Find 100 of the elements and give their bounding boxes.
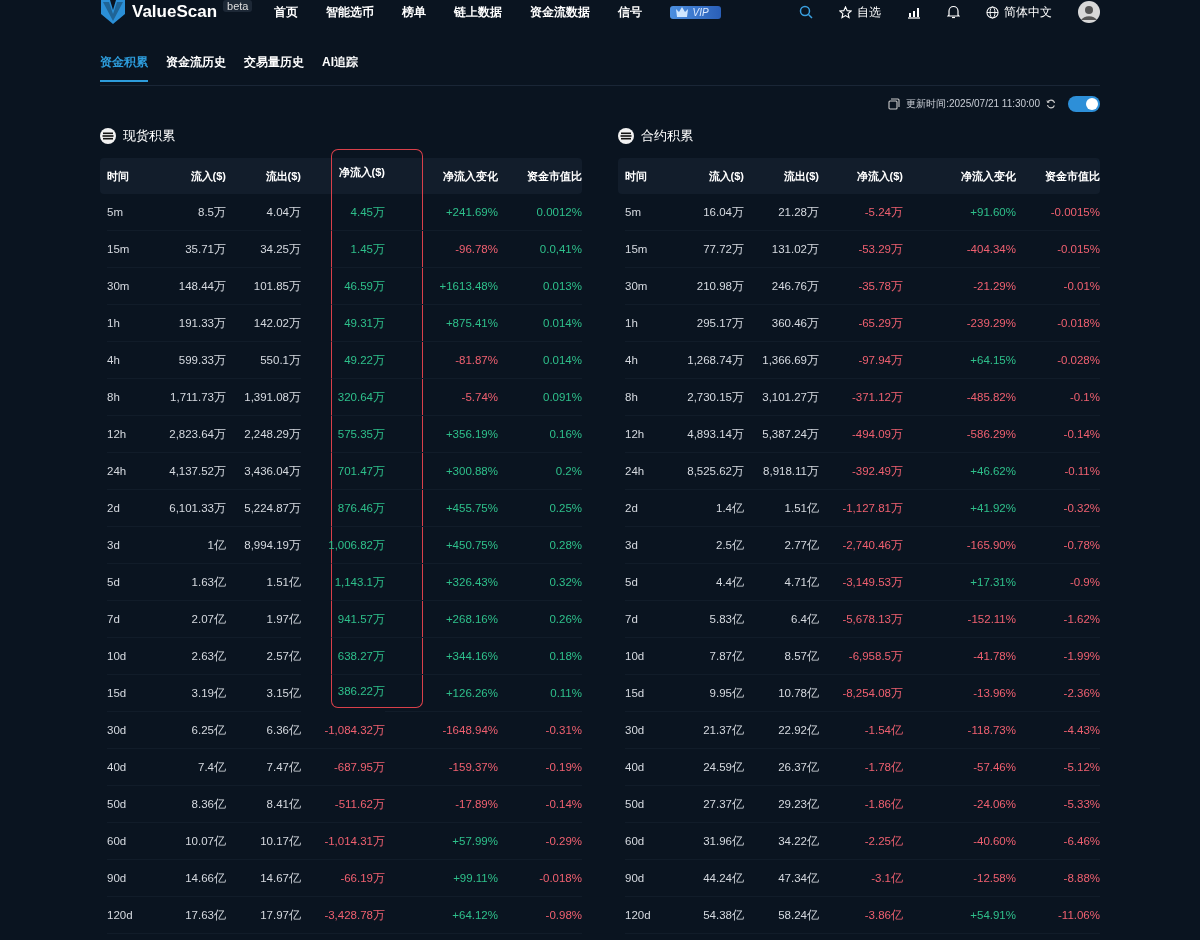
copy-icon[interactable] bbox=[888, 98, 901, 110]
table-cell: 5,224.87万 bbox=[226, 490, 301, 527]
table-cell: -0.31% bbox=[498, 712, 582, 749]
table-cell: 8,994.19万 bbox=[226, 527, 301, 564]
table-cell: 5.83亿 bbox=[683, 601, 744, 638]
search-icon[interactable] bbox=[799, 5, 813, 19]
avatar[interactable] bbox=[1078, 1, 1100, 23]
nav-link[interactable]: 信号 bbox=[618, 3, 643, 21]
table-cell: -0.19% bbox=[498, 749, 582, 786]
table-cell: 30m bbox=[107, 268, 165, 305]
crown-icon bbox=[676, 7, 689, 17]
table-cell: 17.97亿 bbox=[226, 897, 301, 934]
nav-link[interactable]: 资金流数据 bbox=[530, 3, 591, 21]
section-title: 合约积累 bbox=[641, 127, 693, 145]
table-cell: 210.98万 bbox=[683, 268, 744, 305]
table-cell: 3,101.27万 bbox=[744, 379, 819, 416]
table-cell: -0.9% bbox=[1016, 564, 1100, 601]
table-cell: 4.4亿 bbox=[683, 564, 744, 601]
table-cell: -485.82% bbox=[903, 379, 1016, 416]
table-cell: 6.36亿 bbox=[226, 712, 301, 749]
table-cell: 8.57亿 bbox=[744, 638, 819, 675]
table-cell: -511.62万 bbox=[301, 786, 385, 823]
table-cell: 15d bbox=[625, 675, 683, 712]
table-cell: -2.36% bbox=[1016, 675, 1100, 712]
table-cell: +326.43% bbox=[385, 564, 498, 601]
tab[interactable]: AI追踪 bbox=[322, 50, 358, 82]
nav-link[interactable]: 链上数据 bbox=[454, 3, 503, 21]
language-button[interactable]: 简体中文 bbox=[986, 3, 1052, 21]
table-cell: 10d bbox=[107, 638, 165, 675]
table-cell: 2d bbox=[107, 490, 165, 527]
table-cell: -586.29% bbox=[903, 416, 1016, 453]
table-cell: 7d bbox=[107, 601, 165, 638]
table-cell: -2.25亿 bbox=[819, 823, 903, 860]
table-cell: -0.1% bbox=[1016, 379, 1100, 416]
table-cell: +17.31% bbox=[903, 564, 1016, 601]
table-cell: 0.014% bbox=[498, 342, 582, 379]
table-cell: 246.76万 bbox=[744, 268, 819, 305]
star-icon bbox=[839, 5, 852, 19]
table-cell: -371.12万 bbox=[819, 379, 903, 416]
table-cell: 2,730.15万 bbox=[683, 379, 744, 416]
table-cell: 8,525.62万 bbox=[683, 453, 744, 490]
table-cell: 5d bbox=[107, 564, 165, 601]
table-cell: 2.63亿 bbox=[165, 638, 226, 675]
nav-link[interactable]: 榜单 bbox=[402, 3, 427, 21]
table-cell: -41.78% bbox=[903, 638, 1016, 675]
table-cell: 1.4亿 bbox=[683, 490, 744, 527]
table-cell: -404.34% bbox=[903, 231, 1016, 268]
table-cell: -0.11% bbox=[1016, 453, 1100, 490]
table-cell: +64.12% bbox=[385, 897, 498, 934]
table-cell: 2,248.29万 bbox=[226, 416, 301, 453]
tab[interactable]: 交易量历史 bbox=[244, 50, 304, 82]
table-cell: 22.92亿 bbox=[744, 712, 819, 749]
column-header: 时间 bbox=[107, 168, 130, 184]
tab[interactable]: 资金积累 bbox=[100, 50, 148, 82]
tab[interactable]: 资金流历史 bbox=[166, 50, 226, 82]
table-cell: 0.013% bbox=[498, 268, 582, 305]
table-cell: 15m bbox=[625, 231, 683, 268]
nav-link[interactable]: 智能选币 bbox=[326, 3, 375, 21]
refresh-icon[interactable] bbox=[1046, 99, 1056, 109]
table-cell: 7.87亿 bbox=[683, 638, 744, 675]
table-cell: 295.17万 bbox=[683, 305, 744, 342]
table-cell: 21.37亿 bbox=[683, 712, 744, 749]
table-cell: 6.4亿 bbox=[744, 601, 819, 638]
table-cell: 50d bbox=[107, 786, 165, 823]
table-cell: 21.28万 bbox=[744, 194, 819, 231]
table-cell: 1,268.74万 bbox=[683, 342, 744, 379]
table-cell: -5.33% bbox=[1016, 786, 1100, 823]
table-cell: -3.86亿 bbox=[819, 897, 903, 934]
table-cell: 0.25% bbox=[498, 490, 582, 527]
table-cell: -3,149.53万 bbox=[819, 564, 903, 601]
table-cell: 27.37亿 bbox=[683, 786, 744, 823]
table-cell: 120d bbox=[625, 897, 683, 934]
table-cell: 47.34亿 bbox=[744, 860, 819, 897]
table-cell: -165.90% bbox=[903, 527, 1016, 564]
table-cell: -8.88% bbox=[1016, 860, 1100, 897]
table-cell: 2,823.64万 bbox=[165, 416, 226, 453]
table-cell: 40d bbox=[107, 749, 165, 786]
table-cell: 34.22亿 bbox=[744, 823, 819, 860]
nav-link[interactable]: 首页 bbox=[274, 3, 299, 21]
table-cell: -57.46% bbox=[903, 749, 1016, 786]
table-cell: -239.29% bbox=[903, 305, 1016, 342]
bar-chart-icon[interactable] bbox=[907, 5, 921, 19]
table-cell: 35.71万 bbox=[165, 231, 226, 268]
table-cell: 0.091% bbox=[498, 379, 582, 416]
brand-name[interactable]: ValueScan bbox=[132, 2, 218, 22]
auto-refresh-toggle[interactable] bbox=[1068, 96, 1100, 112]
table-cell: -118.73% bbox=[903, 712, 1016, 749]
table-cell: 1h bbox=[625, 305, 683, 342]
table-cell: -13.96% bbox=[903, 675, 1016, 712]
table-cell: 15m bbox=[107, 231, 165, 268]
watchlist-button[interactable]: 自选 bbox=[839, 3, 881, 21]
table-cell: 148.44万 bbox=[165, 268, 226, 305]
table-cell: -159.37% bbox=[385, 749, 498, 786]
bell-icon[interactable] bbox=[947, 5, 960, 19]
table-cell: -494.09万 bbox=[819, 416, 903, 453]
table-cell: 0.32% bbox=[498, 564, 582, 601]
vip-badge[interactable]: VIP bbox=[670, 5, 721, 19]
table-cell: 2d bbox=[625, 490, 683, 527]
table-cell: 2.5亿 bbox=[683, 527, 744, 564]
table-cell: 8h bbox=[107, 379, 165, 416]
